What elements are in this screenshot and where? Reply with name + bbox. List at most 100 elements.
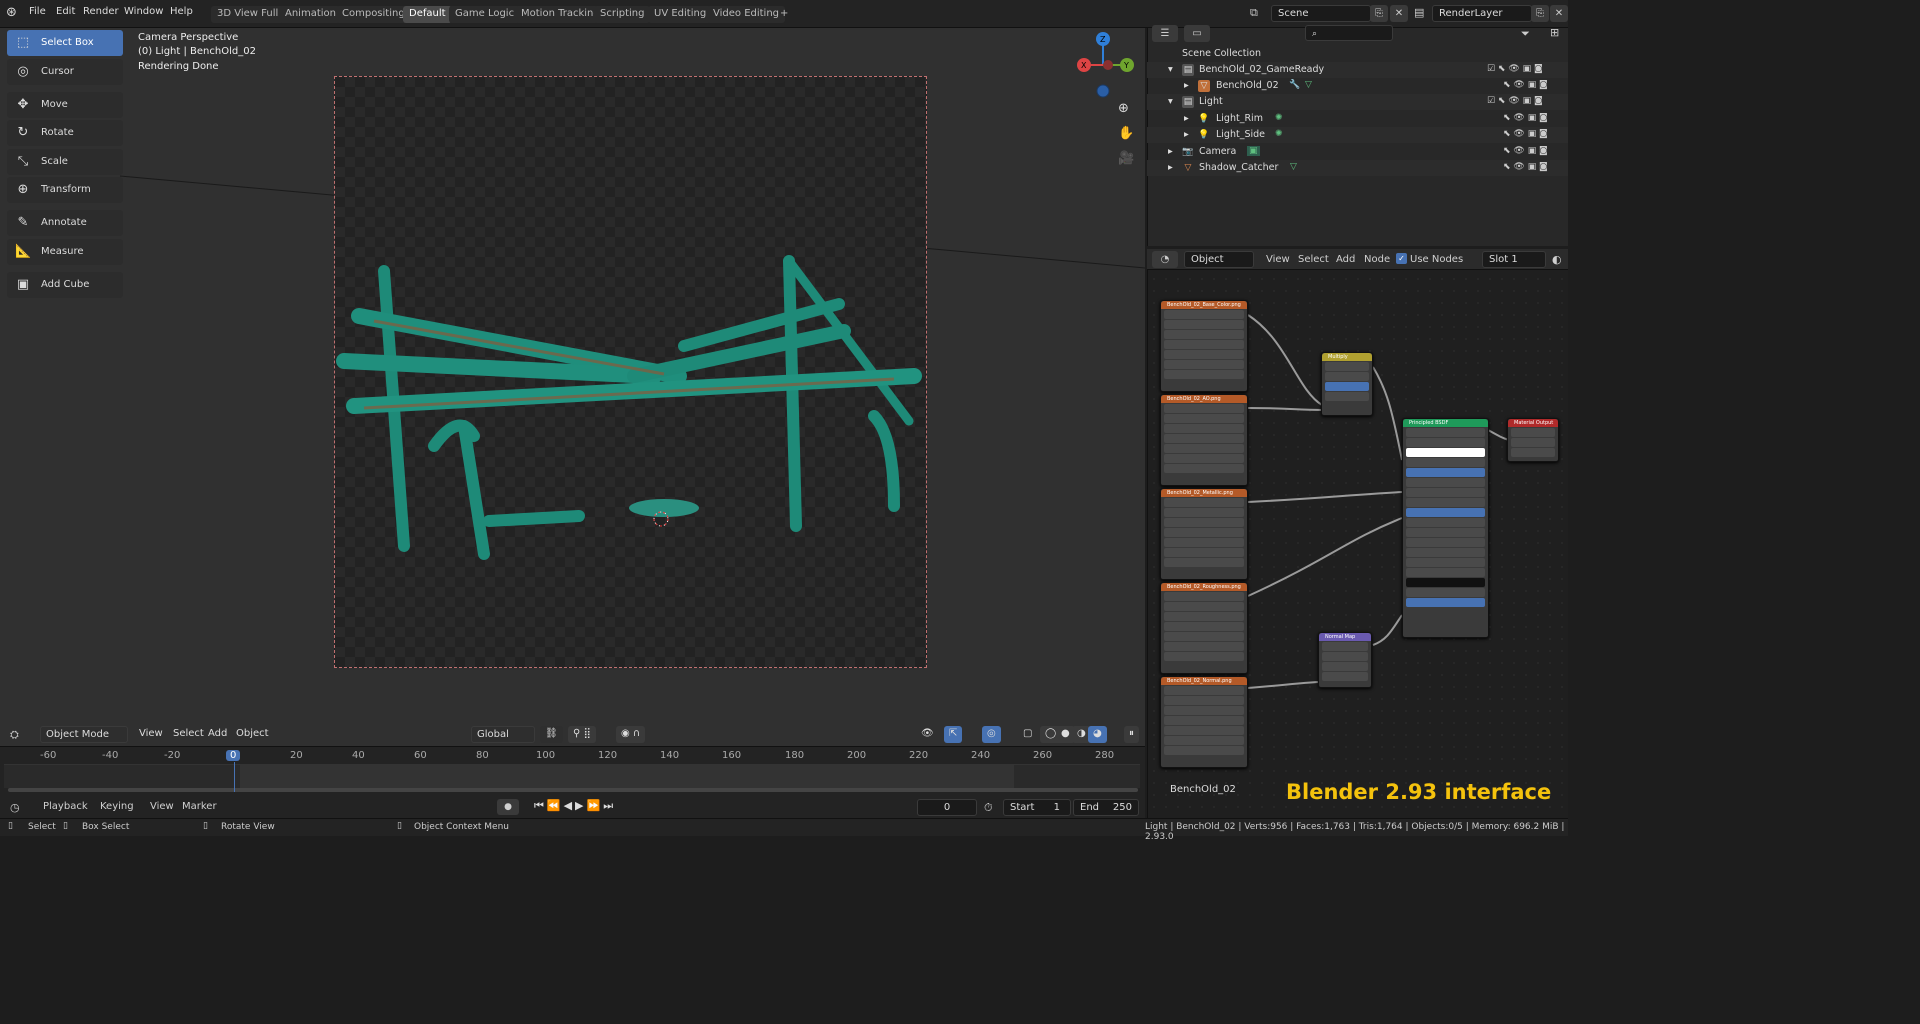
menu-window[interactable]: Window [124,6,163,17]
outliner-row-benchold[interactable]: ▸ ▽ BenchOld_02 🔧 ▽ ⬉ 👁 ▣ ◙ [1147,78,1568,94]
timeline-keying-menu[interactable]: Keying [100,801,134,812]
node-multiply[interactable]: Multiply [1321,352,1373,416]
visibility-icon[interactable]: 👁 [916,726,939,743]
tab-compositing[interactable]: Compositing [336,6,411,23]
expand-icon[interactable]: ▸ [1184,129,1189,140]
timeline-marker-menu[interactable]: Marker [182,801,217,812]
shading-rendered-icon[interactable]: ◕ [1088,726,1107,743]
delete-view-layer-icon[interactable]: ✕ [1550,5,1568,22]
menu-edit[interactable]: Edit [56,6,75,17]
expand-icon[interactable]: ▾ [1168,96,1173,107]
material-preview-icon[interactable]: ◐ [1552,253,1562,266]
outliner-row-camera[interactable]: ▸ 📷 Camera ▣ ⬉ 👁 ▣ ◙ [1147,144,1568,160]
expand-icon[interactable]: ▾ [1168,64,1173,75]
current-frame-field[interactable]: 0 [917,799,977,816]
outliner-row-shadow-catcher[interactable]: ▸ ▽ Shadow_Catcher ▽ ⬉ 👁 ▣ ◙ [1147,160,1568,176]
visibility-controls-icon[interactable]: ⬉ 👁 ▣ ◙ [1503,129,1548,139]
outliner-row-light-rim[interactable]: ▸ 💡 Light_Rim ✺ ⬉ 👁 ▣ ◙ [1147,111,1568,127]
blender-logo-icon[interactable]: ⊛ [6,5,17,20]
outliner-row-scene-collection[interactable]: Scene Collection [1147,46,1568,62]
modifier-icon[interactable]: 🔧 [1289,80,1300,90]
checkbox-icon[interactable]: ☑ ⬉ 👁 ▣ ◙ [1487,96,1543,106]
node-material-output[interactable]: Material Output [1507,418,1559,462]
outliner-row-light[interactable]: ▾ ▤ Light ☑ ⬉ 👁 ▣ ◙ [1147,94,1568,110]
node-object-selector[interactable]: Object [1184,251,1254,268]
end-frame-field[interactable]: End 250 [1073,799,1139,816]
visibility-controls-icon[interactable]: ⬉ 👁 ▣ ◙ [1503,146,1548,156]
node-image-texture-metallic[interactable]: BenchOld_02_Metallic.png [1160,488,1248,580]
node-image-texture-ao[interactable]: BenchOld_02_AO.png [1160,394,1248,486]
outliner-search-input[interactable]: ⌕ [1305,25,1393,41]
tab-3d-view-full[interactable]: 3D View Full [211,6,285,23]
use-nodes-checkbox[interactable]: ✓ [1396,253,1407,264]
node-menu-node[interactable]: Node [1364,254,1390,265]
tool-annotate[interactable]: ✎ Annotate [7,210,123,236]
xray-icon[interactable]: ▢ [1018,726,1037,743]
expand-icon[interactable]: ▸ [1168,162,1173,173]
menu-file[interactable]: File [29,6,46,17]
node-normal-map[interactable]: Normal Map [1318,632,1372,688]
delete-scene-icon[interactable]: ✕ [1390,5,1408,22]
expand-icon[interactable]: ▸ [1184,113,1189,124]
tab-uv-editing[interactable]: UV Editing [648,6,713,23]
mesh-data-icon[interactable]: ▽ [1290,162,1297,172]
snap-icon[interactable]: ⚲ ⣿ [568,726,596,743]
expand-icon[interactable]: ▸ [1168,146,1173,157]
node-editor-type-icon[interactable]: ◔ [1152,251,1178,268]
tab-animation[interactable]: Animation [279,6,342,23]
zoom-icon[interactable]: ⊕ [1118,101,1129,116]
vp-menu-add[interactable]: Add [203,726,232,743]
mode-selector[interactable]: Object Mode [40,726,128,743]
tool-scale[interactable]: ⤡ Scale [7,149,123,175]
pause-render-icon[interactable]: ⏸ [1124,726,1139,743]
tool-cursor[interactable]: ◎ Cursor [7,59,123,85]
timeline-editor-icon[interactable]: ◷ [10,801,20,814]
tool-rotate[interactable]: ↻ Rotate [7,120,123,146]
node-menu-view[interactable]: View [1266,254,1290,265]
transform-orientation[interactable]: Global [471,726,535,743]
new-view-layer-icon[interactable]: ⎘ [1531,5,1549,22]
checkbox-icon[interactable]: ☑ ⬉ 👁 ▣ ◙ [1487,64,1543,74]
tool-transform[interactable]: ⊕ Transform [7,177,123,203]
add-workspace-button[interactable]: + [774,6,794,23]
expand-icon[interactable]: ▸ [1184,80,1189,91]
node-image-texture-normal[interactable]: BenchOld_02_Normal.png [1160,676,1248,768]
outliner-filter-view-icon[interactable]: ▭ [1184,25,1210,42]
tool-move[interactable]: ✥ Move [7,92,123,118]
light-data-icon[interactable]: ✺ [1275,113,1283,123]
node-menu-select[interactable]: Select [1298,254,1329,265]
camera-view-icon[interactable]: 🎥 [1118,151,1134,166]
menu-render[interactable]: Render [83,6,119,17]
vp-menu-view[interactable]: View [134,726,168,743]
node-image-texture-basecolor[interactable]: BenchOld_02_Base_Color.png [1160,300,1248,392]
playhead[interactable] [234,762,235,792]
node-principled-bsdf[interactable]: Principled BSDF [1402,418,1489,638]
tab-motion-tracking[interactable]: Motion Tracking [515,6,606,23]
outliner-row-light-side[interactable]: ▸ 💡 Light_Side ✺ ⬉ 👁 ▣ ◙ [1147,127,1568,143]
timeline-playback-menu[interactable]: Playback [43,801,88,812]
proportional-edit-icon[interactable]: ◉ ∩ [616,726,646,743]
tool-add-cube[interactable]: ▣ Add Cube [7,272,123,298]
editor-type-icon[interactable]: ⛭ [10,728,19,742]
tab-default[interactable]: Default [403,6,452,23]
new-scene-icon[interactable]: ⎘ [1370,5,1388,22]
record-icon[interactable]: ● [497,799,519,815]
current-frame-indicator[interactable]: 0 [226,750,241,761]
filter-icon[interactable]: ⏷ [1521,27,1530,41]
new-collection-icon[interactable]: ⊞ [1550,26,1559,39]
outliner-display-mode-icon[interactable]: ☰ [1152,25,1178,42]
preview-range-icon[interactable]: ⏱ [984,801,993,815]
pivot-icon[interactable]: ⛓ [540,726,563,743]
menu-help[interactable]: Help [170,6,193,17]
timeline-view-menu[interactable]: View [150,801,174,812]
vp-menu-object[interactable]: Object [231,726,274,743]
camera-data-icon[interactable]: ▣ [1247,146,1260,156]
light-data-icon[interactable]: ✺ [1275,129,1283,139]
visibility-controls-icon[interactable]: ⬉ 👁 ▣ ◙ [1503,162,1548,172]
playback-controls-icon[interactable]: ⏮⏪◀▶⏩⏭ [534,799,616,813]
navigation-gizmo[interactable]: Z Y X [1072,30,1134,102]
tab-game-logic[interactable]: Game Logic [449,6,521,23]
node-image-texture-roughness[interactable]: BenchOld_02_Roughness.png [1160,582,1248,674]
mesh-data-icon[interactable]: ▽ [1305,80,1312,90]
slot-selector[interactable]: Slot 1 [1482,251,1546,268]
